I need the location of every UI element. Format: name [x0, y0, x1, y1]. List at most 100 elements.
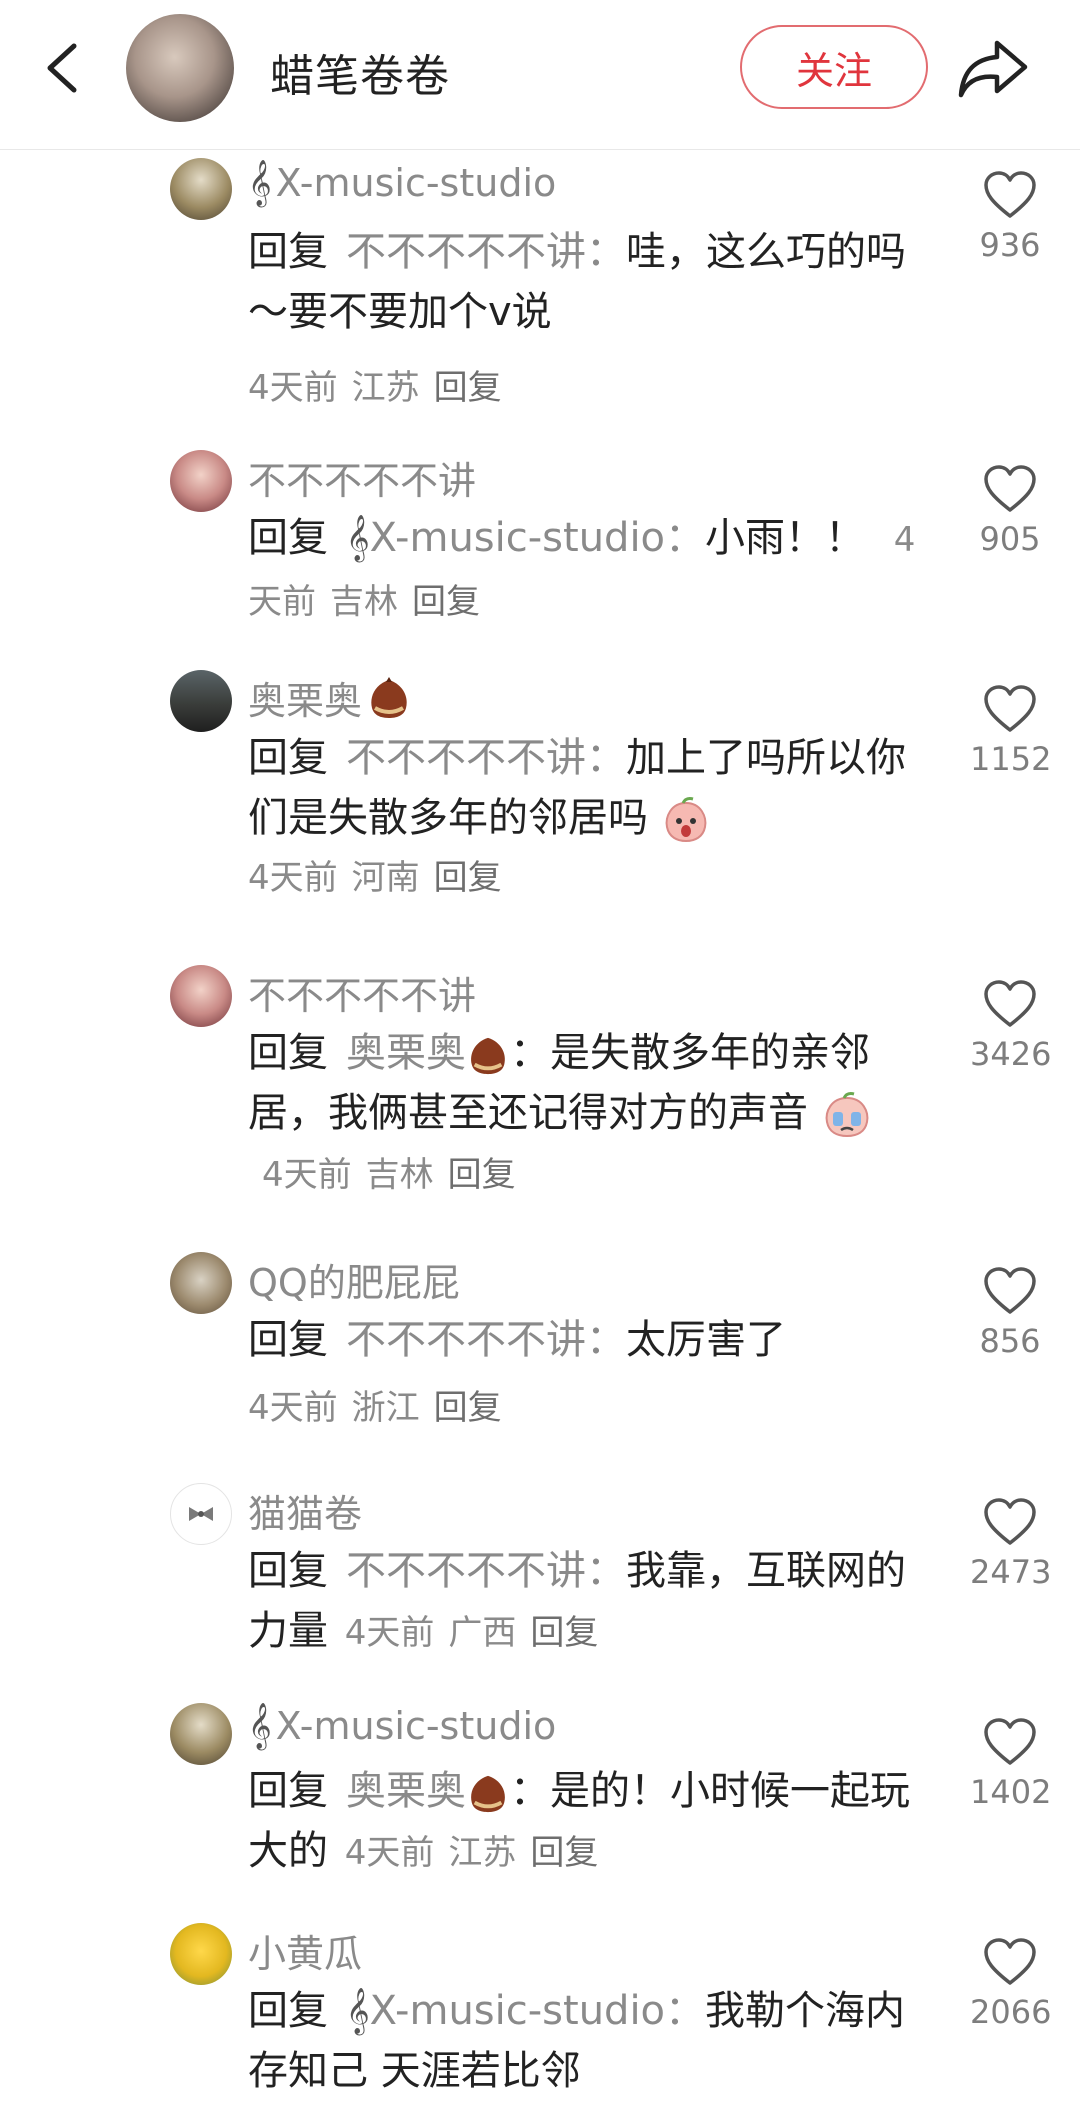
share-button[interactable] — [955, 35, 1031, 101]
like-count: 1152 — [970, 740, 1052, 778]
comment-body: 回复 不不不不不讲：加上了吗所以你们是失散多年的邻居吗 — [248, 728, 918, 848]
like-count: 1402 — [970, 1773, 1052, 1811]
like-count: 2473 — [970, 1553, 1052, 1591]
like-button[interactable]: 936 — [970, 170, 1050, 264]
comment-author[interactable]: 不不不不不讲 — [248, 965, 476, 1020]
like-count: 2066 — [970, 1993, 1052, 2031]
heart-icon — [984, 685, 1036, 732]
avatar[interactable] — [170, 670, 232, 732]
reply-button[interactable]: 回复 — [412, 582, 480, 622]
like-button[interactable]: 1152 — [970, 684, 1052, 778]
avatar[interactable] — [170, 1483, 232, 1545]
treble-clef-icon: 𝄞 — [346, 515, 370, 561]
reply-button[interactable]: 回复 — [448, 1155, 516, 1195]
comment-location: 吉林 — [330, 582, 398, 622]
comment-location: 吉林 — [365, 1155, 434, 1195]
avatar[interactable] — [126, 14, 234, 122]
avatar[interactable] — [170, 1923, 232, 1985]
comment-author[interactable]: 𝄞 X-music-studio — [248, 160, 556, 206]
comment-time: 4天前 — [262, 1155, 352, 1195]
reply-button[interactable]: 回复 — [434, 1388, 502, 1428]
chestnut-icon — [371, 676, 407, 718]
comment-body: 回复 奥栗奥 ：是的！小时候一起玩大的 4天前 江苏 回复 — [248, 1761, 918, 1883]
comment-author[interactable]: 不不不不不讲 — [248, 450, 476, 505]
reply-word: 回复 — [248, 515, 328, 561]
comment-time: 4天前 — [344, 1613, 435, 1653]
comment-location: 江苏 — [351, 368, 420, 408]
reply-word: 回复 — [248, 1548, 328, 1594]
chestnut-icon — [471, 1775, 505, 1813]
reply-button[interactable]: 回复 — [530, 1613, 598, 1653]
comment-time: 4天前 — [248, 368, 338, 408]
comment-body: 回复 𝄞X-music-studio：小雨！！ 4天前 吉林 回复 — [248, 508, 918, 632]
mention-link[interactable]: 𝄞X-music-studio： — [346, 515, 705, 561]
reply-button[interactable]: 回复 — [434, 858, 502, 898]
comment-meta: 4天前 江苏 回复 — [248, 360, 502, 409]
heart-icon — [984, 171, 1036, 218]
comment-author[interactable]: QQ的肥屁屁 — [248, 1252, 460, 1307]
like-count: 3426 — [970, 1035, 1052, 1073]
treble-clef-icon: 𝄞 — [248, 160, 272, 206]
avatar[interactable] — [170, 158, 232, 220]
avatar[interactable] — [170, 1252, 232, 1314]
crying-peach-emoji — [825, 1092, 869, 1138]
comment-text: 小雨！！ — [705, 515, 866, 561]
like-button[interactable]: 3426 — [970, 979, 1052, 1073]
like-count: 905 — [979, 520, 1041, 558]
comment-body: 回复 不不不不不讲：哇，这么巧的吗～要不要加个v说 — [248, 222, 918, 342]
reply-word: 回复 — [248, 1768, 328, 1814]
like-button[interactable]: 1402 — [970, 1717, 1052, 1811]
avatar[interactable] — [170, 1703, 232, 1765]
mention-link[interactable]: 不不不不不讲： — [346, 1548, 626, 1594]
reply-word: 回复 — [248, 1317, 328, 1363]
like-button[interactable]: 905 — [970, 464, 1050, 558]
comment-meta: 4天前 广西 回复 — [345, 1613, 599, 1653]
comment-time: 4天前 — [344, 1833, 435, 1873]
back-button[interactable] — [36, 36, 92, 100]
comment-author[interactable]: 猫猫卷 — [248, 1483, 362, 1538]
comment-meta: 4天前 浙江 回复 — [248, 1380, 502, 1429]
like-button[interactable]: 2066 — [970, 1937, 1052, 2031]
like-button[interactable]: 2473 — [970, 1497, 1052, 1591]
comment-text: 太厉害了 — [626, 1317, 786, 1363]
reply-word: 回复 — [248, 1030, 328, 1076]
comment-body: 回复 不不不不不讲：太厉害了 — [248, 1310, 918, 1370]
comment-body: 回复 𝄞X-music-studio：我勒个海内存知己 天涯若比邻 — [248, 1981, 918, 2101]
comment-body: 回复 不不不不不讲：我靠，互联网的力量 4天前 广西 回复 — [248, 1541, 918, 1663]
comment-location: 江苏 — [448, 1833, 517, 1873]
treble-clef-icon: 𝄞 — [346, 1988, 370, 2034]
avatar[interactable] — [170, 450, 232, 512]
comment-meta: 4天前 吉林 回复 — [262, 1155, 516, 1195]
top-bar: 蜡笔卷卷 关注 — [0, 0, 1080, 150]
mention-link[interactable]: 不不不不不讲： — [346, 1317, 626, 1363]
treble-clef-icon: 𝄞 — [248, 1703, 272, 1749]
shocked-peach-emoji — [665, 797, 707, 843]
reply-word: 回复 — [248, 735, 328, 781]
comment-location: 河南 — [351, 858, 420, 898]
heart-icon — [984, 980, 1036, 1027]
like-count: 936 — [979, 226, 1041, 264]
bow-icon — [189, 1507, 213, 1521]
comment-list: 𝄞 X-music-studio 回复 不不不不不讲：哇，这么巧的吗～要不要加个v… — [0, 150, 1080, 2125]
mention-link[interactable]: 奥栗奥 — [346, 1030, 510, 1076]
chestnut-icon — [471, 1037, 505, 1075]
heart-icon — [984, 1938, 1036, 1985]
mention-link[interactable]: 不不不不不讲： — [346, 735, 626, 781]
mention-link[interactable]: 𝄞X-music-studio： — [346, 1988, 705, 2034]
heart-icon — [984, 1718, 1036, 1765]
comment-author[interactable]: 奥栗奥 — [248, 670, 412, 725]
comment-time: 4天前 — [248, 1388, 338, 1428]
comment-time: 4天前 — [248, 858, 338, 898]
reply-button[interactable]: 回复 — [434, 368, 502, 408]
avatar[interactable] — [170, 965, 232, 1027]
mention-link[interactable]: 奥栗奥 — [346, 1768, 510, 1814]
mention-link[interactable]: 不不不不不讲： — [346, 229, 626, 275]
heart-icon — [984, 1267, 1036, 1314]
follow-button[interactable]: 关注 — [740, 25, 928, 109]
page-title: 蜡笔卷卷 — [270, 51, 450, 102]
comment-author[interactable]: 小黄瓜 — [248, 1923, 362, 1978]
comment-author[interactable]: 𝄞 X-music-studio — [248, 1703, 556, 1749]
reply-button[interactable]: 回复 — [530, 1833, 598, 1873]
comment-body: 回复 奥栗奥 ：是失散多年的亲邻居，我俩甚至还记得对方的声音 4天前 吉林 回复 — [248, 1023, 918, 1205]
like-button[interactable]: 856 — [970, 1266, 1050, 1360]
